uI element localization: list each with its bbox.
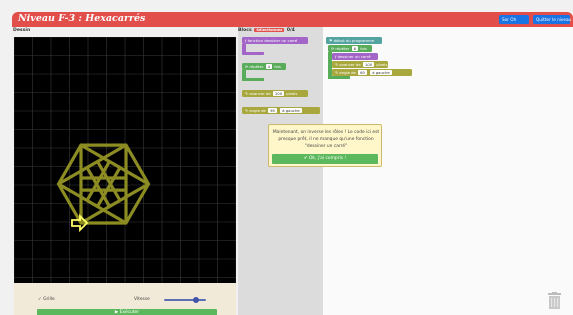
forward-distance-field[interactable]: 100 xyxy=(272,91,285,96)
call-function-block[interactable]: ƒ dessiner un carré xyxy=(332,53,378,60)
function-name: dessiner un carré xyxy=(264,38,298,43)
function-prefix: fonction xyxy=(247,38,263,43)
level-title: Niveau F-3 : Hexacarrés xyxy=(18,13,146,24)
blocks-header: Blocs Sélectionnez 0/4 xyxy=(238,28,295,33)
forward-prefix: avancer de xyxy=(339,62,361,67)
drawing-canvas xyxy=(13,36,237,283)
ok-button[interactable]: ✔ Ok, j'ai compris ! xyxy=(272,154,378,164)
forward-suffix: pixels xyxy=(376,62,388,67)
quit-level-button[interactable]: Quitter le niveau xyxy=(533,15,571,24)
checkbox-icon[interactable]: ✓ xyxy=(38,297,42,302)
run-button[interactable]: ▶ Exécuter xyxy=(37,309,217,315)
blocks-label: Blocs xyxy=(238,28,252,33)
play-icon: ▶ xyxy=(114,310,119,315)
repeat-prefix: répéter xyxy=(335,46,350,51)
function-block[interactable]: ƒ fonction dessiner un carré xyxy=(242,37,308,44)
turn-prefix: angle de xyxy=(249,108,266,113)
repeat-count-field[interactable]: 6 xyxy=(351,46,358,51)
repeat-suffix: fois xyxy=(274,64,281,69)
repeat-prefix: répéter xyxy=(249,64,264,69)
blocks-badge: Sélectionnez xyxy=(254,28,285,32)
dialog-line-3: "dessiner un carré" xyxy=(304,144,348,149)
check-icon: ✔ xyxy=(303,156,308,161)
trash-icon[interactable] xyxy=(548,292,561,309)
level-header: Niveau F-3 : Hexacarrés Sor Oh Quitter l… xyxy=(12,12,573,27)
program-start-block[interactable]: ⚑ début du programme xyxy=(326,37,382,44)
program-workspace: ⚑ début du programme ⟳ répéter 6 fois ƒ … xyxy=(323,27,573,315)
repeat-block[interactable]: ⟳ répéter 4 fois xyxy=(242,63,286,70)
function-icon: ƒ xyxy=(245,38,247,43)
drawn-shapes xyxy=(56,143,151,225)
forward-suffix: pixels xyxy=(286,91,298,96)
blocks-palette: Blocs Sélectionnez 0/4 ƒ fonction dessin… xyxy=(238,27,323,315)
grid-label: Grille xyxy=(43,297,55,302)
drawing-label: Dessin xyxy=(13,28,31,33)
call-name: dessiner un carré xyxy=(337,54,371,59)
speed-label: Vitesse xyxy=(134,297,150,302)
speed-slider-handle[interactable] xyxy=(192,297,199,303)
controls-bar: ✓ Grille Vitesse ▶ Exécuter xyxy=(14,283,236,315)
turn-block[interactable]: ✎ angle de 90 à gauche xyxy=(242,107,320,114)
exit-button[interactable]: Sor Oh xyxy=(499,15,529,24)
repeat-icon: ⟳ xyxy=(245,64,249,69)
forward-prefix: avancer de xyxy=(249,91,271,96)
function-icon: ƒ xyxy=(335,54,337,59)
pencil-icon: ✎ xyxy=(245,91,249,96)
turn-prefix: angle de xyxy=(339,70,356,75)
pencil-icon: ✎ xyxy=(335,62,339,67)
dialog-line-1: Maintenant, on inverse les rôles ! Le co… xyxy=(272,130,380,135)
tutorial-dialog: Maintenant, on inverse les rôles ! Le co… xyxy=(268,124,382,167)
turn-direction-dropdown[interactable]: à gauche xyxy=(370,70,392,75)
pencil-icon: ✎ xyxy=(335,70,339,75)
start-label: début du programme xyxy=(333,38,375,43)
workspace-turn-block[interactable]: ✎ angle de 60 à gauche xyxy=(332,69,412,76)
pencil-icon: ✎ xyxy=(245,108,249,113)
ok-label: Ok, j'ai compris ! xyxy=(308,156,347,161)
dialog-line-2: presque prêt, il ne manque qu'une foncti… xyxy=(278,137,374,142)
speed-slider[interactable] xyxy=(164,299,206,301)
forward-distance-field[interactable]: 100 xyxy=(362,62,375,67)
drawing-svg xyxy=(13,36,237,283)
hexacarre-path xyxy=(56,143,151,225)
forward-block[interactable]: ✎ avancer de 100 pixels xyxy=(242,90,308,97)
grid-checkbox[interactable]: ✓ Grille xyxy=(38,297,55,302)
turn-direction-dropdown[interactable]: à gauche xyxy=(280,108,302,113)
drawing-panel: Dessin ✓ Grille Vitesse ▶ Exécuter xyxy=(12,27,237,315)
workspace-repeat-block[interactable]: ⟳ répéter 6 fois xyxy=(328,45,372,52)
run-label: Exécuter xyxy=(119,310,140,315)
repeat-count-field[interactable]: 4 xyxy=(265,64,272,69)
repeat-suffix: fois xyxy=(360,46,367,51)
flag-icon: ⚑ xyxy=(329,38,333,43)
blocks-count: 0/4 xyxy=(286,28,295,33)
workspace-forward-block[interactable]: ✎ avancer de 100 pixels xyxy=(332,61,388,68)
turn-angle-field[interactable]: 60 xyxy=(358,70,367,75)
turn-angle-field[interactable]: 90 xyxy=(268,108,277,113)
repeat-icon: ⟳ xyxy=(331,46,335,51)
app-window: Niveau F-3 : Hexacarrés Sor Oh Quitter l… xyxy=(0,0,573,315)
